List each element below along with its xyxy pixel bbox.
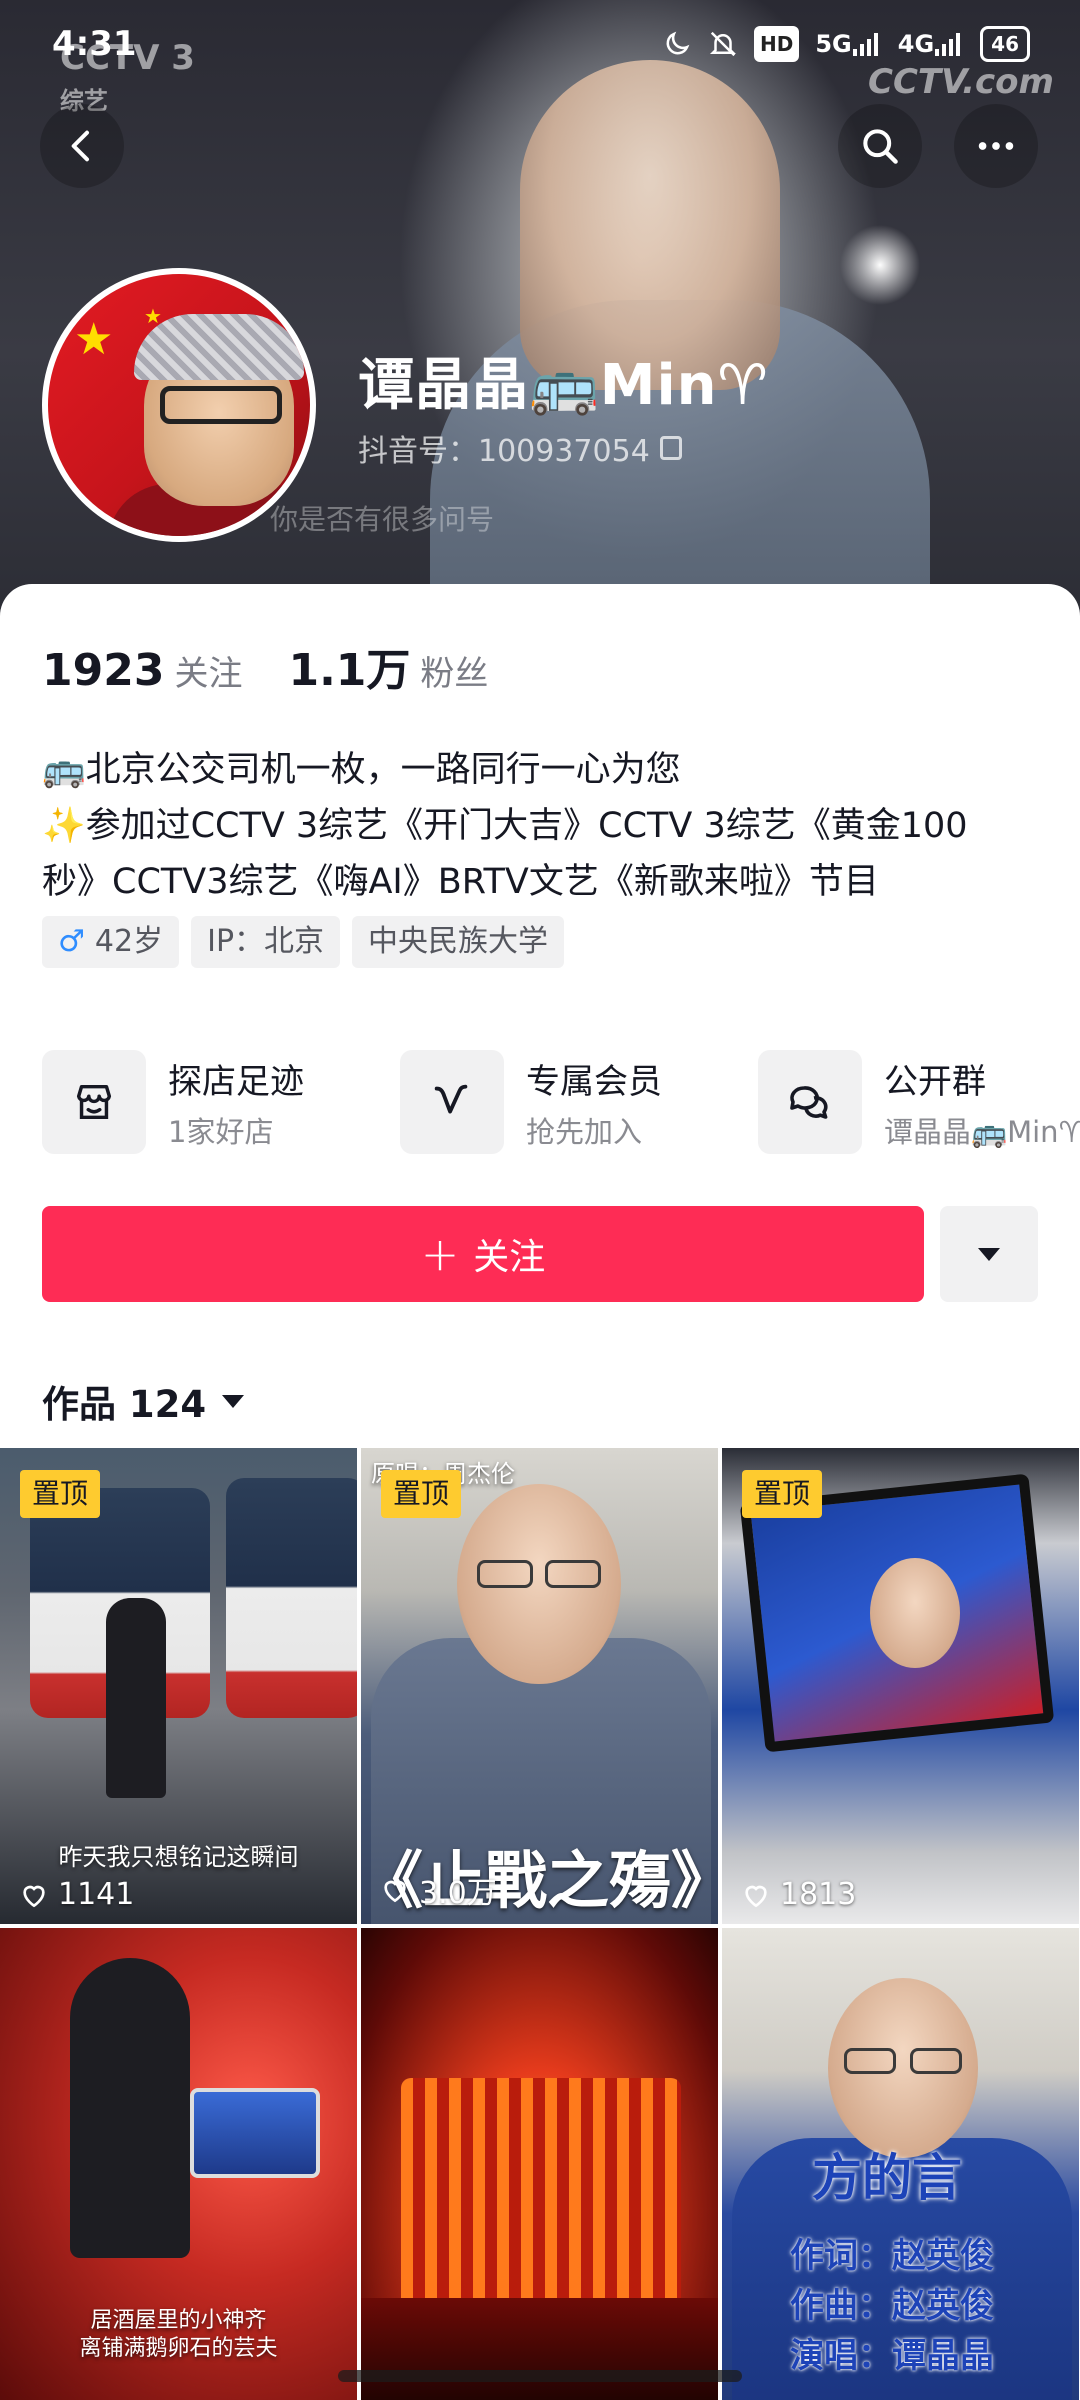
mute-bell-icon	[708, 26, 738, 62]
caret-down-icon	[222, 1394, 245, 1408]
douyin-id-text: 抖音号：100937054	[358, 434, 650, 469]
chevron-left-icon	[71, 130, 89, 162]
video-tile[interactable]: 方的言 作词：赵英俊 作曲：赵英俊 演唱：谭晶晶	[722, 1928, 1079, 2400]
caret-down-icon	[978, 1247, 1000, 1261]
feature-row: 探店足迹 1家好店 专属会员 抢先加入 公开群 谭晶晶🚌Min♈	[42, 1050, 1080, 1160]
back-button[interactable]	[40, 104, 124, 188]
home-indicator[interactable]	[338, 2370, 742, 2382]
male-icon: ♂	[58, 924, 85, 959]
works-tab-label: 作品 124	[42, 1383, 207, 1426]
video-credit: 作曲：赵英俊	[790, 2286, 994, 2326]
store-icon	[42, 1050, 146, 1154]
status-time: 4:31	[52, 24, 137, 64]
glasses-left	[844, 2048, 896, 2074]
avatar-cap	[134, 314, 304, 380]
avatar-glasses	[160, 386, 282, 424]
followers-count[interactable]: 1.1万	[288, 634, 410, 698]
ground-shape	[361, 2298, 718, 2400]
ip-tag: IP：北京	[191, 916, 341, 968]
profile-sheet: 1923 关注 1.1万 粉丝 🚌北京公交司机一枚，一路同行一心为您 ✨参加过C…	[0, 584, 1080, 2400]
video-credit: 作词：赵英俊	[790, 2236, 994, 2276]
moon-icon	[662, 26, 692, 62]
feature-title: 公开群	[884, 1061, 986, 1102]
lantern-gate-shape	[401, 2078, 681, 2298]
feature-membership[interactable]: 专属会员 抢先加入	[400, 1050, 662, 1154]
school-tag[interactable]: 中央民族大学	[352, 916, 565, 968]
avatar[interactable]: ★ ★	[42, 268, 316, 542]
followers-label[interactable]: 粉丝	[420, 646, 488, 695]
glasses-left	[477, 1560, 533, 1588]
video-credit: 演唱：谭晶晶	[790, 2336, 994, 2376]
person-shape	[106, 1598, 166, 1798]
status-bar: 4:31 HD 5G 4G 46	[0, 0, 1080, 90]
feature-public-group[interactable]: 公开群 谭晶晶🚌Min♈	[758, 1050, 1080, 1154]
hd-badge: HD	[754, 26, 800, 62]
following-label[interactable]: 关注	[174, 646, 242, 695]
video-tile[interactable]: 原唱：周杰伦 《止戰之殤》 置顶 3.0万	[361, 1448, 718, 1924]
video-title: 方的言	[812, 2149, 962, 2207]
feature-title: 探店足迹	[168, 1061, 304, 1102]
recommend-dropdown-button[interactable]	[940, 1206, 1038, 1302]
heart-icon	[23, 1885, 45, 1907]
video-tile[interactable]: 置顶 1813	[722, 1448, 1079, 1924]
search-button[interactable]	[838, 104, 922, 188]
glasses-right	[545, 1560, 601, 1588]
likes-text: 3.0万	[419, 1876, 497, 1911]
singer-shape	[70, 1958, 190, 2258]
douyin-id[interactable]: 抖音号：100937054	[358, 426, 682, 470]
follow-button-label: 关注	[473, 1237, 546, 1278]
search-icon	[863, 129, 898, 164]
feature-store-visits[interactable]: 探店足迹 1家好店	[42, 1050, 304, 1154]
signal-5g-icon: 5G	[815, 26, 881, 62]
likes-text: 1813	[780, 1877, 857, 1912]
battery-icon: 46	[980, 26, 1030, 62]
head-shape	[870, 1558, 960, 1668]
heart-icon	[745, 1885, 767, 1907]
stats-row: 1923 关注 1.1万 粉丝	[42, 634, 534, 698]
profile-name: 谭晶晶🚌Min♈	[358, 353, 769, 418]
more-button[interactable]	[954, 104, 1038, 188]
pinned-badge: 置顶	[381, 1470, 462, 1518]
age-text: 42岁	[94, 924, 164, 959]
bus-shape	[226, 1478, 357, 1718]
feature-subtitle: 抢先加入	[526, 1114, 643, 1149]
more-dots-icon	[978, 142, 1014, 150]
feature-subtitle: 谭晶晶🚌Min♈	[884, 1114, 1080, 1149]
bio-line: 🚌北京公交司机一枚，一路同行一心为您	[42, 750, 681, 790]
video-caption: 离铺满鹅卵石的芸夫	[79, 2336, 278, 2361]
bio-line: 秒》CCTV3综艺《嗨AI》BRTV文艺《新歌来啦》节目	[42, 862, 879, 902]
age-tag: ♂ 42岁	[42, 916, 180, 968]
heart-icon	[384, 1880, 406, 1903]
flag-star-icon: ★	[74, 314, 114, 365]
feature-title: 专属会员	[526, 1061, 662, 1102]
video-caption: 昨天我只想铭记这瞬间	[58, 1843, 299, 1871]
pinned-badge: 置顶	[742, 1470, 823, 1518]
signal-4g-icon: 4G	[898, 26, 964, 62]
follow-button[interactable]: + 关注	[42, 1206, 924, 1302]
glasses-right	[910, 2048, 962, 2074]
video-tile[interactable]	[361, 1928, 718, 2400]
chat-bubbles-icon	[758, 1050, 862, 1154]
v-badge-icon	[400, 1050, 504, 1154]
screen-shape	[190, 2088, 320, 2178]
video-tile[interactable]: 居酒屋里的小神齐 离铺满鹅卵石的芸夫	[0, 1928, 357, 2400]
bio: 🚌北京公交司机一枚，一路同行一心为您 ✨参加过CCTV 3综艺《开门大吉》CCT…	[42, 742, 1042, 910]
likes-text: 1141	[58, 1877, 135, 1912]
plus-icon: +	[420, 1227, 460, 1281]
profile-tags: ♂ 42岁 IP：北京 中央民族大学	[42, 916, 565, 968]
following-count[interactable]: 1923	[42, 645, 164, 696]
pinned-badge: 置顶	[20, 1470, 101, 1518]
bio-line: ✨参加过CCTV 3综艺《开门大吉》CCTV 3综艺《黄金100	[42, 806, 968, 846]
copy-icon[interactable]	[659, 436, 682, 460]
video-tile[interactable]: 昨天我只想铭记这瞬间 置顶 1141	[0, 1448, 357, 1924]
works-tab[interactable]: 作品 124	[42, 1374, 245, 1428]
likes-count: 3.0万	[379, 1868, 497, 1912]
feature-subtitle: 1家好店	[168, 1114, 274, 1149]
likes-count: 1141	[18, 1877, 134, 1912]
likes-count: 1813	[740, 1877, 856, 1912]
